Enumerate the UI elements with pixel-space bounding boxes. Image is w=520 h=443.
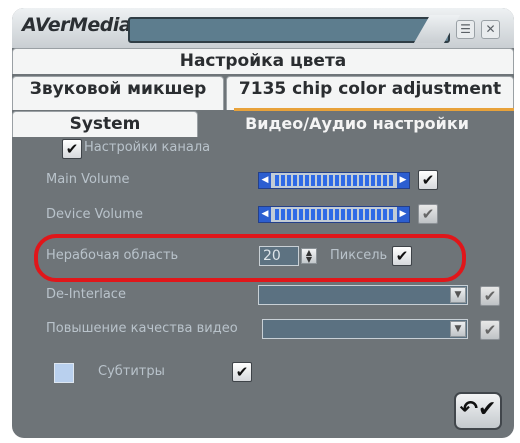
device-volume-slider[interactable]: ◀ ▶ — [258, 206, 410, 223]
subtitles-enable-checkbox[interactable]: ✔ — [232, 362, 252, 382]
main-volume-checkbox[interactable]: ✔ — [418, 170, 438, 190]
deinterlace-label: De-Interlace — [46, 287, 126, 302]
enhance-checkbox[interactable]: ✔ — [480, 320, 500, 340]
slider-right-arrow-icon[interactable]: ▶ — [397, 173, 409, 188]
subtitles-label: Субтитры — [98, 364, 165, 379]
slider-track — [275, 175, 393, 186]
slider-left-arrow-icon[interactable]: ◀ — [259, 207, 271, 222]
tab-video-audio[interactable]: Видео/Аудио настройки — [200, 111, 514, 137]
chevron-down-icon[interactable]: ▼ — [450, 321, 466, 337]
slider-track — [275, 209, 393, 220]
title-field — [128, 17, 450, 43]
highlight-oval — [34, 234, 466, 282]
apply-button[interactable]: ↶✔ — [454, 392, 502, 430]
enhance-label: Повышение качества видео — [46, 321, 238, 336]
enhance-combo[interactable]: ▼ — [262, 319, 468, 339]
settings-window: AVerMedia ☰ ✕ Настройка цвета Звуковой м… — [12, 8, 514, 438]
app-logo: AVerMedia — [22, 14, 132, 36]
tab-color-settings[interactable]: Настройка цвета — [12, 48, 514, 74]
main-volume-slider[interactable]: ◀ ▶ — [258, 172, 410, 189]
tab-sound-mixer[interactable]: Звуковой микшер — [12, 76, 224, 110]
close-icon[interactable]: ✕ — [481, 20, 500, 39]
deinterlace-combo[interactable]: ▼ — [258, 285, 468, 305]
channel-settings-label: Настройки канала — [84, 140, 211, 155]
deinterlace-checkbox[interactable]: ✔ — [480, 286, 500, 306]
tab-system[interactable]: System — [12, 111, 198, 137]
subtitles-checkbox[interactable] — [54, 363, 74, 383]
tab-chip-color[interactable]: 7135 chip color adjustment — [226, 76, 514, 110]
slider-right-arrow-icon[interactable]: ▶ — [397, 207, 409, 222]
chevron-down-icon[interactable]: ▼ — [450, 287, 466, 303]
menu-icon[interactable]: ☰ — [456, 20, 475, 39]
device-volume-checkbox[interactable]: ✔ — [418, 204, 438, 224]
device-volume-label: Device Volume — [46, 207, 143, 222]
main-volume-label: Main Volume — [46, 172, 130, 187]
slider-left-arrow-icon[interactable]: ◀ — [259, 173, 271, 188]
title-bar: AVerMedia ☰ ✕ — [12, 8, 514, 48]
channel-settings-checkbox[interactable]: ✔ — [62, 139, 82, 159]
